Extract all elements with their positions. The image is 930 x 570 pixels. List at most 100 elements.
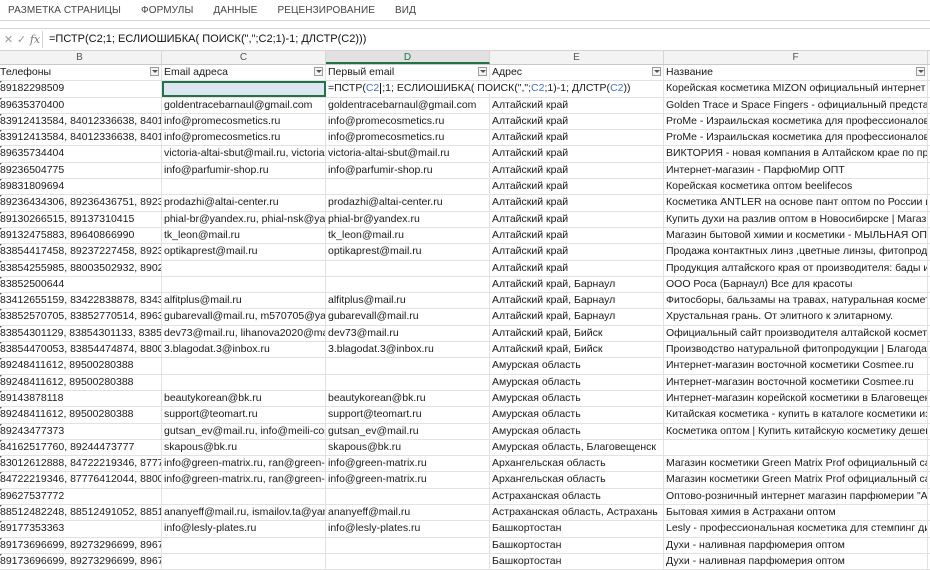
header-cell[interactable]: Телефоны: [0, 65, 162, 81]
table-cell[interactable]: 83852570705, 83852770514, 8963570493: [0, 309, 162, 325]
column-header-b[interactable]: B: [0, 51, 162, 64]
table-cell[interactable]: [162, 537, 326, 553]
table-cell[interactable]: 89248411612, 89500280388: [0, 374, 162, 390]
table-cell[interactable]: Магазин косметики Green Matrix Prof офиц…: [664, 472, 928, 488]
table-cell[interactable]: Интернет-магазин восточной косметики Cos…: [664, 374, 928, 390]
table-cell[interactable]: Интернет-магазин восточной косметики Cos…: [664, 358, 928, 374]
number-as-text-warning-icon[interactable]: [0, 505, 2, 510]
table-cell[interactable]: gutsan_ev@mail.ru: [326, 423, 490, 439]
table-cell[interactable]: Алтайский край: [490, 195, 664, 211]
check-icon[interactable]: ✓: [17, 33, 26, 46]
table-cell[interactable]: Интернет-магазин корейской косметики в Б…: [664, 390, 928, 407]
table-cell[interactable]: [326, 488, 490, 505]
table-cell[interactable]: 89627537772: [0, 488, 162, 505]
table-cell[interactable]: info@parfumir-shop.ru: [326, 162, 490, 179]
table-cell[interactable]: 89831809694: [0, 179, 162, 195]
number-as-text-warning-icon[interactable]: [0, 472, 2, 477]
table-cell[interactable]: Алтайский край: [490, 211, 664, 227]
table-cell[interactable]: [326, 537, 490, 553]
table-cell[interactable]: Корейская косметика MIZON официальный ин…: [664, 81, 928, 97]
table-cell[interactable]: dev73@mail.ru: [326, 325, 490, 342]
table-cell[interactable]: Амурская область: [490, 390, 664, 407]
table-cell[interactable]: Купить духи на разлив оптом в Новосибирс…: [664, 211, 928, 227]
table-cell[interactable]: optikaprest@mail.ru: [162, 244, 326, 260]
table-cell[interactable]: beautykorean@bk.ru: [326, 390, 490, 407]
table-cell[interactable]: 89236504775: [0, 162, 162, 179]
table-cell[interactable]: beautykorean@bk.ru: [162, 390, 326, 407]
table-cell[interactable]: dev73@mail.ru, lihanova2020@mail.ru: [162, 325, 326, 342]
table-cell[interactable]: alfitplus@mail.ru: [326, 293, 490, 309]
table-cell[interactable]: 83854301129, 83854301133, 8385430181: [0, 325, 162, 342]
column-header-f[interactable]: F: [664, 51, 928, 64]
table-cell[interactable]: Интернет-магазин - ПарфюМир ОПТ: [664, 162, 928, 179]
number-as-text-warning-icon[interactable]: [0, 113, 2, 118]
table-cell[interactable]: 84722219346, 87776412044, 8800707308: [0, 472, 162, 488]
table-cell[interactable]: [326, 179, 490, 195]
table-cell[interactable]: Духи - наливная парфюмерия оптом: [664, 553, 928, 570]
cross-icon[interactable]: ✕: [4, 33, 13, 46]
table-cell[interactable]: 84162517760, 89244473777: [0, 439, 162, 456]
table-cell[interactable]: info@green-matrix.ru: [326, 472, 490, 488]
selected-cell[interactable]: [162, 81, 326, 97]
table-cell[interactable]: Алтайский край, Бийск: [490, 325, 664, 342]
table-cell[interactable]: Алтайский край, Барнаул: [490, 293, 664, 309]
table-cell[interactable]: Продажа контактных линз ,цветные линзы, …: [664, 244, 928, 260]
table-cell[interactable]: Официальный сайт производителя алтайской…: [664, 325, 928, 342]
table-cell[interactable]: [326, 260, 490, 276]
header-cell[interactable]: Email адреса: [162, 65, 326, 81]
table-cell[interactable]: Алтайский край: [490, 260, 664, 276]
column-header-d[interactable]: D: [326, 51, 490, 64]
table-cell[interactable]: ananyeff@mail.ru, ismailov.ta@yande: [162, 505, 326, 521]
table-cell[interactable]: Косметика оптом | Купить китайскую косме…: [664, 423, 928, 439]
table-cell[interactable]: 89236434306, 89236436751, 8923643786: [0, 195, 162, 211]
table-cell[interactable]: info@promecosmetics.ru: [326, 113, 490, 130]
number-as-text-warning-icon[interactable]: [0, 130, 2, 135]
number-as-text-warning-icon[interactable]: [0, 195, 2, 200]
table-cell[interactable]: gubarevall@mail.ru, m570705@yande: [162, 309, 326, 325]
table-cell[interactable]: Алтайский край: [490, 113, 664, 130]
number-as-text-warning-icon[interactable]: [0, 81, 2, 86]
table-cell[interactable]: Амурская область: [490, 358, 664, 374]
number-as-text-warning-icon[interactable]: [0, 456, 2, 461]
table-cell[interactable]: Магазин бытовой химии и косметики - МЫЛЬ…: [664, 227, 928, 244]
filter-dropdown-icon[interactable]: [652, 67, 661, 76]
table-cell[interactable]: Продукция алтайского края от производите…: [664, 260, 928, 276]
table-cell[interactable]: skapous@bk.ru: [326, 439, 490, 456]
table-cell[interactable]: victoria-altai-sbut@mail.ru, victoria-al…: [162, 146, 326, 162]
number-as-text-warning-icon[interactable]: [0, 537, 2, 542]
table-cell[interactable]: [162, 276, 326, 293]
table-cell[interactable]: 89182298509: [0, 81, 162, 97]
table-cell[interactable]: phial-br@yandex.ru, phial-nsk@yande: [162, 211, 326, 227]
table-cell[interactable]: gutsan_ev@mail.ru, info@meili-cosme: [162, 423, 326, 439]
table-cell[interactable]: info@green-matrix.ru: [326, 456, 490, 472]
number-as-text-warning-icon[interactable]: [0, 358, 2, 363]
table-cell[interactable]: Магазин косметики Green Matrix Prof офиц…: [664, 456, 928, 472]
editing-cell[interactable]: =ПСТР(C2 ;1; ЕСЛИОШИБКА( ПОИСК(",";C2;1)-…: [326, 81, 631, 97]
number-as-text-warning-icon[interactable]: [0, 407, 2, 412]
table-cell[interactable]: Амурская область, Благовещенск: [490, 439, 664, 456]
number-as-text-warning-icon[interactable]: [0, 374, 2, 379]
number-as-text-warning-icon[interactable]: [0, 227, 2, 232]
table-cell[interactable]: 88512482248, 88512491052, 8851249106: [0, 505, 162, 521]
number-as-text-warning-icon[interactable]: [0, 309, 2, 314]
table-cell[interactable]: Алтайский край: [490, 146, 664, 162]
table-cell[interactable]: Амурская область: [490, 374, 664, 390]
table-cell[interactable]: gubarevall@mail.ru: [326, 309, 490, 325]
table-cell[interactable]: 89132475883, 89640866990: [0, 227, 162, 244]
table-cell[interactable]: goldentracebarnaul@gmail.com: [162, 97, 326, 113]
table-cell[interactable]: Оптово-розничный интернет магазин парфюм…: [664, 488, 928, 505]
number-as-text-warning-icon[interactable]: [0, 439, 2, 444]
fx-icon[interactable]: fx: [30, 33, 40, 46]
number-as-text-warning-icon[interactable]: [0, 293, 2, 298]
header-cell[interactable]: Адрес: [490, 65, 664, 81]
number-as-text-warning-icon[interactable]: [0, 146, 2, 151]
table-cell[interactable]: 89248411612, 89500280388: [0, 407, 162, 423]
table-cell[interactable]: alfitplus@mail.ru: [162, 293, 326, 309]
table-cell[interactable]: info@green-matrix.ru, ran@green-ma: [162, 472, 326, 488]
table-cell[interactable]: 89130266515, 89137310415: [0, 211, 162, 227]
ribbon-tab[interactable]: ВИД: [385, 5, 426, 16]
table-cell[interactable]: 89635734404: [0, 146, 162, 162]
number-as-text-warning-icon[interactable]: [0, 179, 2, 184]
table-cell[interactable]: Lesly - профессиональная косметика для с…: [664, 521, 928, 537]
table-cell[interactable]: 3.blagodat.3@inbox.ru: [162, 342, 326, 358]
